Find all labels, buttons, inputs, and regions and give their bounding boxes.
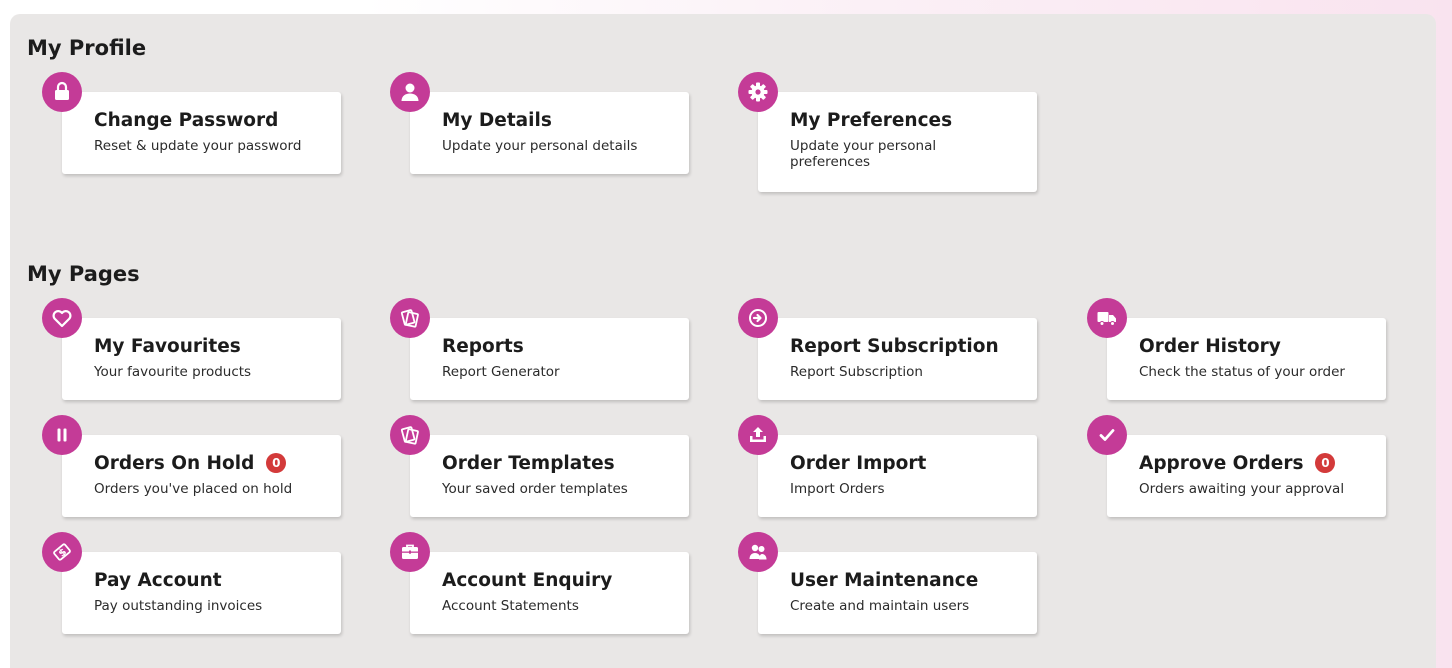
card-title: Order History [1139,336,1281,357]
orders-on-hold-card[interactable]: Orders On Hold 0 Orders you've placed on … [62,435,341,517]
count-badge: 0 [1315,453,1336,473]
payment-icon: $ [42,532,82,572]
user-icon [390,72,430,112]
section-title-my-pages: My Pages [27,262,140,286]
card-title: Report Subscription [790,336,999,357]
card-description: Check the status of your order [1139,364,1345,380]
card-description: Create and maintain users [790,598,970,614]
my-preferences-card[interactable]: My Preferences Update your personal pref… [758,92,1037,192]
order-import-card[interactable]: Order Import Import Orders [758,435,1037,517]
card-title: Reports [442,336,524,357]
card-title: My Preferences [790,110,953,131]
card-description: Pay outstanding invoices [94,598,263,614]
card-title: User Maintenance [790,570,979,591]
card-description: Reset & update your password [94,138,302,154]
card-description: Update your personal preferences [790,138,937,170]
card-description: Your saved order templates [442,481,628,497]
card-description: Report Generator [442,364,560,380]
my-details-card[interactable]: My Details Update your personal details [410,92,689,174]
order-templates-card[interactable]: Order Templates Your saved order templat… [410,435,689,517]
card-title: Pay Account [94,570,222,591]
truck-icon [1087,298,1127,338]
section-title-my-profile: My Profile [27,36,147,60]
documents-icon [390,298,430,338]
card-description: Your favourite products [94,364,252,380]
pay-account-card[interactable]: Pay Account Pay outstanding invoices [62,552,341,634]
account-enquiry-card[interactable]: Account Enquiry Account Statements [410,552,689,634]
card-description: Account Statements [442,598,579,614]
card-title: Order Templates [442,453,615,474]
reports-card[interactable]: Reports Report Generator [410,318,689,400]
order-history-card[interactable]: Order History Check the status of your o… [1107,318,1386,400]
pause-icon [42,415,82,455]
card-description: Update your personal details [442,138,638,154]
report-subscription-card[interactable]: Report Subscription Report Subscription [758,318,1037,400]
card-title: Orders On Hold 0 [94,453,287,474]
card-title-text: Orders On Hold [94,453,255,474]
lock-icon [42,72,82,112]
heart-icon [42,298,82,338]
my-favourites-card[interactable]: My Favourites Your favourite products [62,318,341,400]
card-title: Account Enquiry [442,570,613,591]
change-password-card[interactable]: Change Password Reset & update your pass… [62,92,341,174]
count-badge: 0 [266,453,287,473]
card-description: Orders awaiting your approval [1139,481,1345,497]
card-title: Order Import [790,453,927,474]
card-title: Change Password [94,110,279,131]
card-description: Orders you've placed on hold [94,481,293,497]
approve-orders-card[interactable]: Approve Orders 0 Orders awaiting your app… [1107,435,1386,517]
arrow-circle-icon [738,298,778,338]
card-title: My Details [442,110,552,131]
card-title: My Favourites [94,336,241,357]
checkmark-icon [1087,415,1127,455]
users-icon [738,532,778,572]
documents-icon [390,415,430,455]
card-title-text: Approve Orders [1139,453,1304,474]
gear-icon [738,72,778,112]
card-description: Import Orders [790,481,885,497]
user-maintenance-card[interactable]: User Maintenance Create and maintain use… [758,552,1037,634]
card-description: Report Subscription [790,364,923,380]
upload-icon [738,415,778,455]
briefcase-icon [390,532,430,572]
card-title: Approve Orders 0 [1139,453,1336,474]
